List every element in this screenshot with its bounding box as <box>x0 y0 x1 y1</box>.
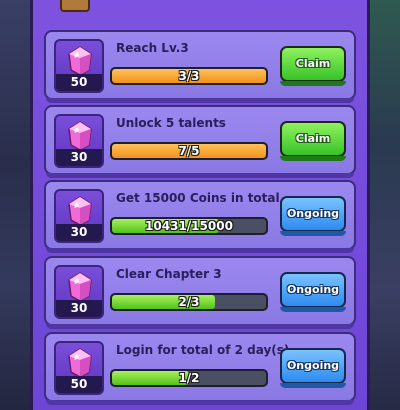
progress-text: 2/3 <box>178 295 200 309</box>
claim-button[interactable]: Claim <box>280 46 346 86</box>
reward-slot: 50 <box>54 341 104 395</box>
claim-button[interactable]: Claim <box>280 121 346 161</box>
progress-text: 1/2 <box>178 371 200 385</box>
task-card-3: 30 Get 15000 Coins in total 10431/15000 … <box>44 180 356 253</box>
gem-icon <box>68 272 92 302</box>
reward-slot: 30 <box>54 189 104 243</box>
progress-bar: 1/2 <box>110 369 268 387</box>
reward-slot: 30 <box>54 265 104 319</box>
task-title: Reach Lv.3 <box>116 41 189 55</box>
gem-icon <box>68 348 92 378</box>
reward-amount: 30 <box>56 224 102 241</box>
ongoing-button[interactable]: Ongoing <box>280 196 346 236</box>
gem-icon <box>68 46 92 76</box>
reward-slot: 30 <box>54 114 104 168</box>
ongoing-button[interactable]: Ongoing <box>280 348 346 388</box>
task-card-5: 50 Login for total of 2 day(s) 1/2 Ongoi… <box>44 332 356 405</box>
reward-amount: 50 <box>56 376 102 393</box>
progress-text: 10431/15000 <box>145 219 233 233</box>
gem-icon <box>68 121 92 151</box>
task-card-1: 50 Reach Lv.3 3/3 Claim <box>44 30 356 103</box>
gem-icon <box>68 196 92 226</box>
task-title: Get 15000 Coins in total <box>116 191 280 205</box>
progress-bar: 10431/15000 <box>110 217 268 235</box>
chest-icon <box>60 0 90 12</box>
reward-amount: 30 <box>56 149 102 166</box>
task-card-4: 30 Clear Chapter 3 2/3 Ongoing <box>44 256 356 329</box>
reward-amount: 30 <box>56 300 102 317</box>
task-title: Login for total of 2 day(s) <box>116 343 290 357</box>
progress-bar: 3/3 <box>110 67 268 85</box>
reward-slot: 50 <box>54 39 104 93</box>
progress-text: 7/5 <box>178 144 200 158</box>
task-title: Unlock 5 talents <box>116 116 226 130</box>
task-card-2: 30 Unlock 5 talents 7/5 Claim <box>44 105 356 178</box>
task-title: Clear Chapter 3 <box>116 267 222 281</box>
ongoing-button[interactable]: Ongoing <box>280 272 346 312</box>
progress-bar: 2/3 <box>110 293 268 311</box>
reward-amount: 50 <box>56 74 102 91</box>
progress-text: 3/3 <box>178 69 200 83</box>
progress-bar: 7/5 <box>110 142 268 160</box>
